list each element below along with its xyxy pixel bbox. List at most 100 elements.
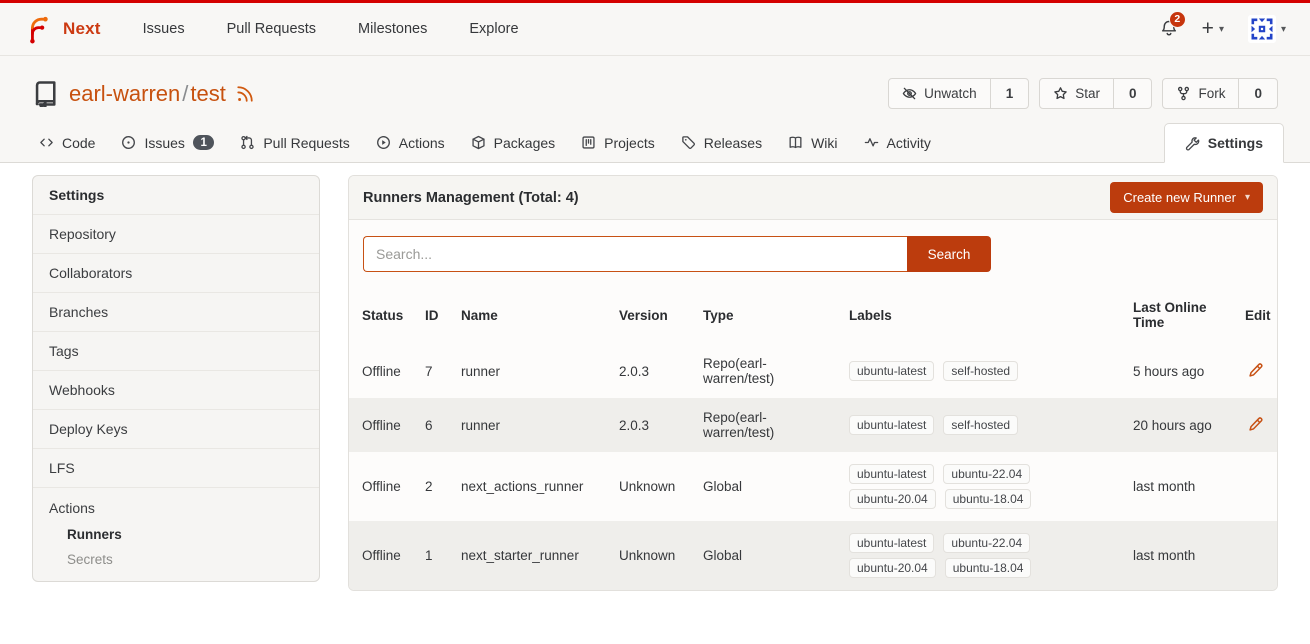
- tab-activity[interactable]: Activity: [851, 123, 944, 162]
- tab-releases[interactable]: Releases: [668, 123, 775, 162]
- fork-icon: [1176, 86, 1191, 101]
- repo-owner-link[interactable]: earl-warren: [69, 81, 180, 106]
- cell-type: Repo(earl-warren/test): [695, 398, 841, 452]
- fork-button[interactable]: Fork: [1163, 79, 1238, 108]
- edit-runner-button[interactable]: [1245, 360, 1266, 381]
- tab-label: Wiki: [811, 135, 837, 151]
- repo-name-link[interactable]: test: [190, 81, 225, 106]
- issue-icon: [121, 135, 136, 150]
- global-navbar: Next Issues Pull Requests Milestones Explor…: [0, 3, 1310, 56]
- settings-sidebar: SettingsRepositoryCollaboratorsBranchesT…: [32, 175, 320, 582]
- runner-label-chip: ubuntu-22.04: [943, 464, 1030, 484]
- sidebar-item-runners[interactable]: Runners: [33, 522, 319, 547]
- chevron-down-icon: ▾: [1245, 192, 1250, 203]
- cell-id: 7: [417, 344, 453, 398]
- cell-labels: ubuntu-latestubuntu-22.04ubuntu-20.04ubu…: [841, 452, 1125, 521]
- plus-icon: +: [1202, 18, 1214, 39]
- fork-count[interactable]: 0: [1238, 79, 1277, 108]
- labels-wrap: ubuntu-latestubuntu-22.04ubuntu-20.04ubu…: [849, 464, 1049, 509]
- tab-projects[interactable]: Projects: [568, 123, 668, 162]
- unwatch-count[interactable]: 1: [990, 79, 1029, 108]
- pull-request-icon: [240, 135, 255, 150]
- star-icon: [1053, 86, 1068, 101]
- cell-version: 2.0.3: [611, 344, 695, 398]
- cell-version: Unknown: [611, 452, 695, 521]
- runner-label-chip: ubuntu-20.04: [849, 558, 936, 578]
- wrench-icon: [1185, 136, 1200, 151]
- cell-name: next_actions_runner: [453, 452, 611, 521]
- rss-icon[interactable]: [236, 85, 254, 103]
- tab-actions[interactable]: Actions: [363, 123, 458, 162]
- column-header-labels: Labels: [841, 286, 1125, 344]
- runners-panel: Runners Management (Total: 4) Create new…: [348, 175, 1278, 591]
- cell-name: runner: [453, 344, 611, 398]
- cell-last-online: last month: [1125, 452, 1237, 521]
- edit-runner-button[interactable]: [1245, 414, 1266, 435]
- site-title: Next: [63, 19, 101, 39]
- repo-icon: [32, 80, 59, 107]
- table-row: Offline6runner2.0.3Repo(earl-warren/test…: [349, 398, 1277, 452]
- column-header-type: Type: [695, 286, 841, 344]
- tab-code[interactable]: Code: [26, 123, 108, 162]
- sidebar-header: Settings: [33, 176, 319, 215]
- forgejo-logo-icon: [24, 14, 54, 44]
- sidebar-item-branches[interactable]: Branches: [33, 293, 319, 332]
- tab-label: Releases: [704, 135, 762, 151]
- notifications-button[interactable]: 2: [1160, 19, 1178, 40]
- cell-type: Repo(earl-warren/test): [695, 344, 841, 398]
- create-new-menu[interactable]: + ▾: [1202, 20, 1224, 39]
- tab-settings[interactable]: Settings: [1164, 123, 1284, 163]
- sidebar-item-lfs[interactable]: LFS: [33, 449, 319, 488]
- search-input[interactable]: [363, 236, 907, 272]
- nav-item-pull-requests[interactable]: Pull Requests: [227, 21, 316, 37]
- pencil-icon: [1247, 362, 1264, 379]
- avatar: [1248, 15, 1276, 43]
- table-row: Offline7runner2.0.3Repo(earl-warren/test…: [349, 344, 1277, 398]
- cell-type: Global: [695, 452, 841, 521]
- home-link[interactable]: Next: [24, 14, 101, 44]
- cell-edit: [1237, 521, 1277, 590]
- sidebar-group-label[interactable]: Actions: [33, 488, 319, 522]
- sidebar-item-secrets[interactable]: Secrets: [33, 547, 319, 581]
- unwatch-button-group: Unwatch1: [888, 78, 1029, 109]
- labels-wrap: ubuntu-latestubuntu-22.04ubuntu-20.04ubu…: [849, 533, 1049, 578]
- runner-label-chip: ubuntu-18.04: [945, 558, 1032, 578]
- tab-pull-requests[interactable]: Pull Requests: [227, 123, 362, 162]
- runner-label-chip: ubuntu-latest: [849, 415, 934, 435]
- tab-label: Projects: [604, 135, 655, 151]
- cell-edit: [1237, 452, 1277, 521]
- nav-item-explore[interactable]: Explore: [469, 21, 518, 37]
- column-header-status: Status: [349, 286, 417, 344]
- notification-count-badge: 2: [1169, 11, 1186, 28]
- sidebar-item-webhooks[interactable]: Webhooks: [33, 371, 319, 410]
- sidebar-item-deploy-keys[interactable]: Deploy Keys: [33, 410, 319, 449]
- nav-item-issues[interactable]: Issues: [143, 21, 185, 37]
- runner-label-chip: self-hosted: [943, 361, 1018, 381]
- table-header-row: StatusIDNameVersionTypeLabelsLast Online…: [349, 286, 1277, 344]
- tab-wiki[interactable]: Wiki: [775, 123, 850, 162]
- create-runner-button[interactable]: Create new Runner ▾: [1110, 182, 1263, 213]
- tab-label: Code: [62, 135, 95, 151]
- search-button[interactable]: Search: [907, 236, 991, 272]
- tab-packages[interactable]: Packages: [458, 123, 568, 162]
- cell-labels: ubuntu-latestself-hosted: [841, 344, 1125, 398]
- wiki-icon: [788, 135, 803, 150]
- runner-label-chip: self-hosted: [943, 415, 1018, 435]
- user-menu[interactable]: ▾: [1248, 15, 1286, 43]
- cell-last-online: 20 hours ago: [1125, 398, 1237, 452]
- unwatch-button[interactable]: Unwatch: [889, 79, 990, 108]
- sidebar-item-repository[interactable]: Repository: [33, 215, 319, 254]
- tab-issues[interactable]: Issues1: [108, 123, 227, 162]
- cell-version: 2.0.3: [611, 398, 695, 452]
- star-count[interactable]: 0: [1113, 79, 1152, 108]
- repo-separator: /: [182, 81, 188, 106]
- sidebar-item-tags[interactable]: Tags: [33, 332, 319, 371]
- runner-label-chip: ubuntu-latest: [849, 533, 934, 553]
- sidebar-item-collaborators[interactable]: Collaborators: [33, 254, 319, 293]
- cell-edit: [1237, 398, 1277, 452]
- star-button[interactable]: Star: [1040, 79, 1113, 108]
- sidebar-group-actions: ActionsRunnersSecrets: [33, 488, 319, 581]
- nav-item-milestones[interactable]: Milestones: [358, 21, 427, 37]
- cell-last-online: 5 hours ago: [1125, 344, 1237, 398]
- cell-id: 2: [417, 452, 453, 521]
